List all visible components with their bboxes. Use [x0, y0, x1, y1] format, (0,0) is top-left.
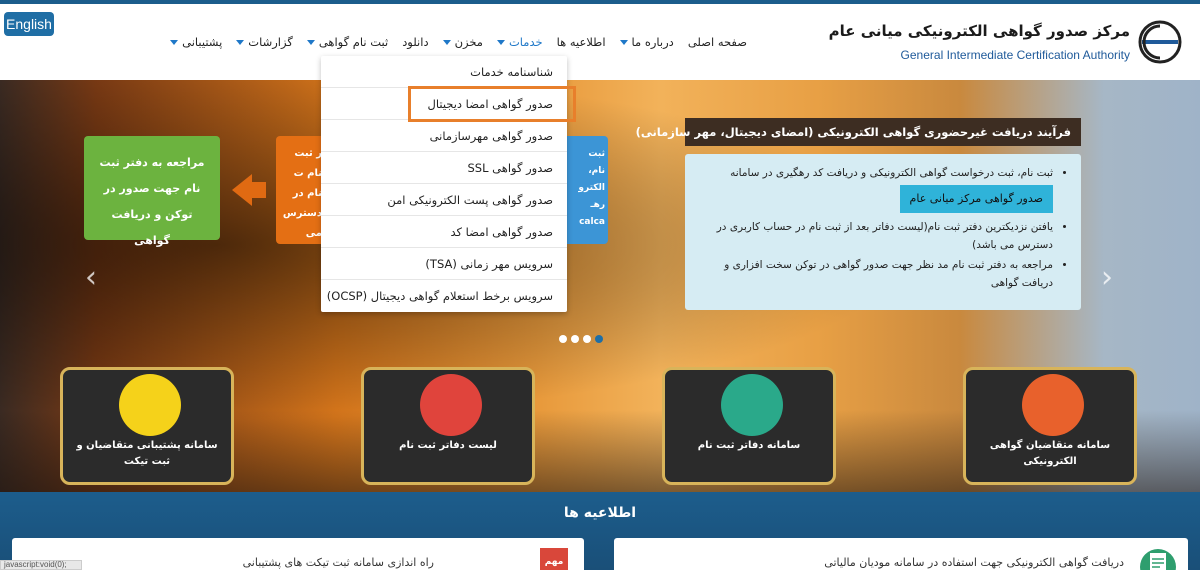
process-steps-card: ثبت نام، ثبت درخواست گواهی الکترونیکی و …: [685, 154, 1081, 310]
nav-item[interactable]: صفحه اصلی: [681, 30, 754, 54]
important-badge: مهم: [540, 548, 568, 570]
caret-down-icon: [236, 39, 245, 45]
nav-item-label: خدمات: [508, 35, 543, 49]
nav-item-label: پشتیبانی: [182, 35, 223, 49]
logo-title: مرکز صدور گواهی الکترونیکی میانی عام: [828, 22, 1130, 40]
nav-item-label: گزارشات: [248, 35, 293, 49]
caret-down-icon: [496, 39, 505, 45]
nav-item[interactable]: ثبت نام گواهی: [300, 30, 395, 54]
nav-item[interactable]: پشتیبانی: [163, 30, 229, 54]
service-card-label: لیست دفاتر ثبت نام: [399, 440, 497, 451]
key-icon: [420, 374, 482, 436]
process-title: فرآیند دریافت غیرحضوری گواهی الکترونیکی …: [636, 118, 1081, 146]
process-step: یافتن نزدیکترین دفتر ثبت نام(لیست دفاتر …: [695, 218, 1053, 254]
nav-item[interactable]: گزارشات: [229, 30, 300, 54]
nav-item-label: ثبت نام گواهی: [318, 35, 389, 49]
nav-item[interactable]: دانلود: [395, 30, 435, 54]
slider-next-arrow-icon[interactable]: ›: [1094, 258, 1120, 298]
nav-item[interactable]: مخزن: [436, 30, 490, 54]
service-card[interactable]: لیست دفاتر ثبت نام: [361, 367, 535, 485]
news-card[interactable]: دریافت گواهی الکترونیکی جهت استفاده در س…: [614, 538, 1188, 570]
slider-dot[interactable]: [595, 335, 603, 343]
dropdown-item[interactable]: سرویس مهر زمانی (TSA): [321, 248, 567, 280]
news-item-text[interactable]: راه اندازی سامانه ثبت تیکت های پشتیبانی: [243, 556, 434, 569]
dropdown-item[interactable]: صدور گواهی SSL: [321, 152, 567, 184]
slider-dot[interactable]: [571, 335, 579, 343]
service-card[interactable]: سامانه متقاضیان گواهی الکترونیکی: [963, 367, 1137, 485]
tablet-hand-icon: [1022, 374, 1084, 436]
english-language-button[interactable]: English: [4, 12, 54, 36]
service-card-label: سامانه پشتیبانی متقاضیان و ثبت تیکت: [76, 440, 218, 467]
news-section-title: اطلاعیه ها: [563, 505, 637, 521]
header: English مرکز صدور گواهی الکترونیکی میانی…: [0, 4, 1200, 80]
service-card-label: سامانه دفاتر ثبت نام: [697, 440, 801, 451]
main-navigation: صفحه اصلی درباره ما اطلاعیه ها خدمات مخزن دان…: [163, 30, 754, 54]
step-box-blue: ثبت نام، الکترو رهـ calca: [566, 136, 608, 244]
nav-item-label: اطلاعیه ها: [556, 35, 606, 49]
nav-item-label: مخزن: [454, 35, 483, 49]
nav-item-label: درباره ما: [631, 35, 674, 49]
step-box-orange: ر ثبت نام ت نام در دسترس می: [276, 136, 326, 244]
news-card[interactable]: راه اندازی سامانه ثبت تیکت های پشتیبانی: [12, 538, 584, 570]
caret-down-icon: [442, 39, 451, 45]
news-item-text[interactable]: دریافت گواهی الکترونیکی جهت استفاده در س…: [824, 556, 1124, 569]
caret-down-icon: [170, 39, 179, 45]
caret-down-icon: [619, 39, 628, 45]
slider-dot[interactable]: [583, 335, 591, 343]
site-logo[interactable]: مرکز صدور گواهی الکترونیکی میانی عام Gen…: [829, 14, 1192, 70]
nav-item[interactable]: درباره ما: [613, 30, 681, 54]
caret-down-icon: [306, 39, 315, 45]
document-check-icon: [1140, 549, 1176, 570]
step-box-green: مراجعه به دفتر ثبت نام جهت صدور در توکن …: [84, 136, 220, 247]
process-step: مراجعه به دفتر ثبت نام مد نظر جهت صدور گ…: [695, 256, 1053, 292]
dropdown-item[interactable]: سرویس برخط استعلام گواهی دیجیتال (OCSP): [321, 280, 567, 312]
nav-item-label: صفحه اصلی: [687, 35, 747, 49]
door-enter-icon: [721, 374, 783, 436]
dropdown-item[interactable]: صدور گواهی پست الکترونیکی امن: [321, 184, 567, 216]
service-card[interactable]: سامانه دفاتر ثبت نام: [662, 367, 836, 485]
highlight-frame: [408, 86, 576, 122]
flow-arrow-tail: [250, 182, 266, 198]
nav-item-label: دانلود: [402, 35, 429, 49]
service-card-label: سامانه متقاضیان گواهی الکترونیکی: [989, 440, 1111, 467]
headset-laptop-icon: [119, 374, 181, 436]
flow-arrow-icon: [232, 174, 252, 206]
service-card[interactable]: سامانه پشتیبانی متقاضیان و ثبت تیکت: [60, 367, 234, 485]
process-step: ثبت نام، ثبت درخواست گواهی الکترونیکی و …: [695, 164, 1053, 216]
dropdown-item[interactable]: صدور گواهی مهرسازمانی: [321, 120, 567, 152]
slider-pagination: [559, 335, 603, 343]
logo-emblem-icon: [1138, 20, 1182, 64]
dropdown-item[interactable]: شناسنامه خدمات: [321, 56, 567, 88]
slider-dot[interactable]: [559, 335, 567, 343]
logo-subtitle: General Intermediate Certification Autho…: [900, 48, 1130, 62]
nav-item[interactable]: اطلاعیه ها: [550, 30, 613, 54]
dropdown-item[interactable]: صدور گواهی امضا کد: [321, 216, 567, 248]
slider-prev-arrow-icon[interactable]: ‹: [78, 258, 104, 298]
nav-item[interactable]: خدمات: [490, 30, 550, 54]
browser-status-bar: javascript:void(0);: [0, 560, 82, 570]
issue-certificate-button[interactable]: صدور گواهی مرکز میانی عام: [899, 185, 1053, 213]
